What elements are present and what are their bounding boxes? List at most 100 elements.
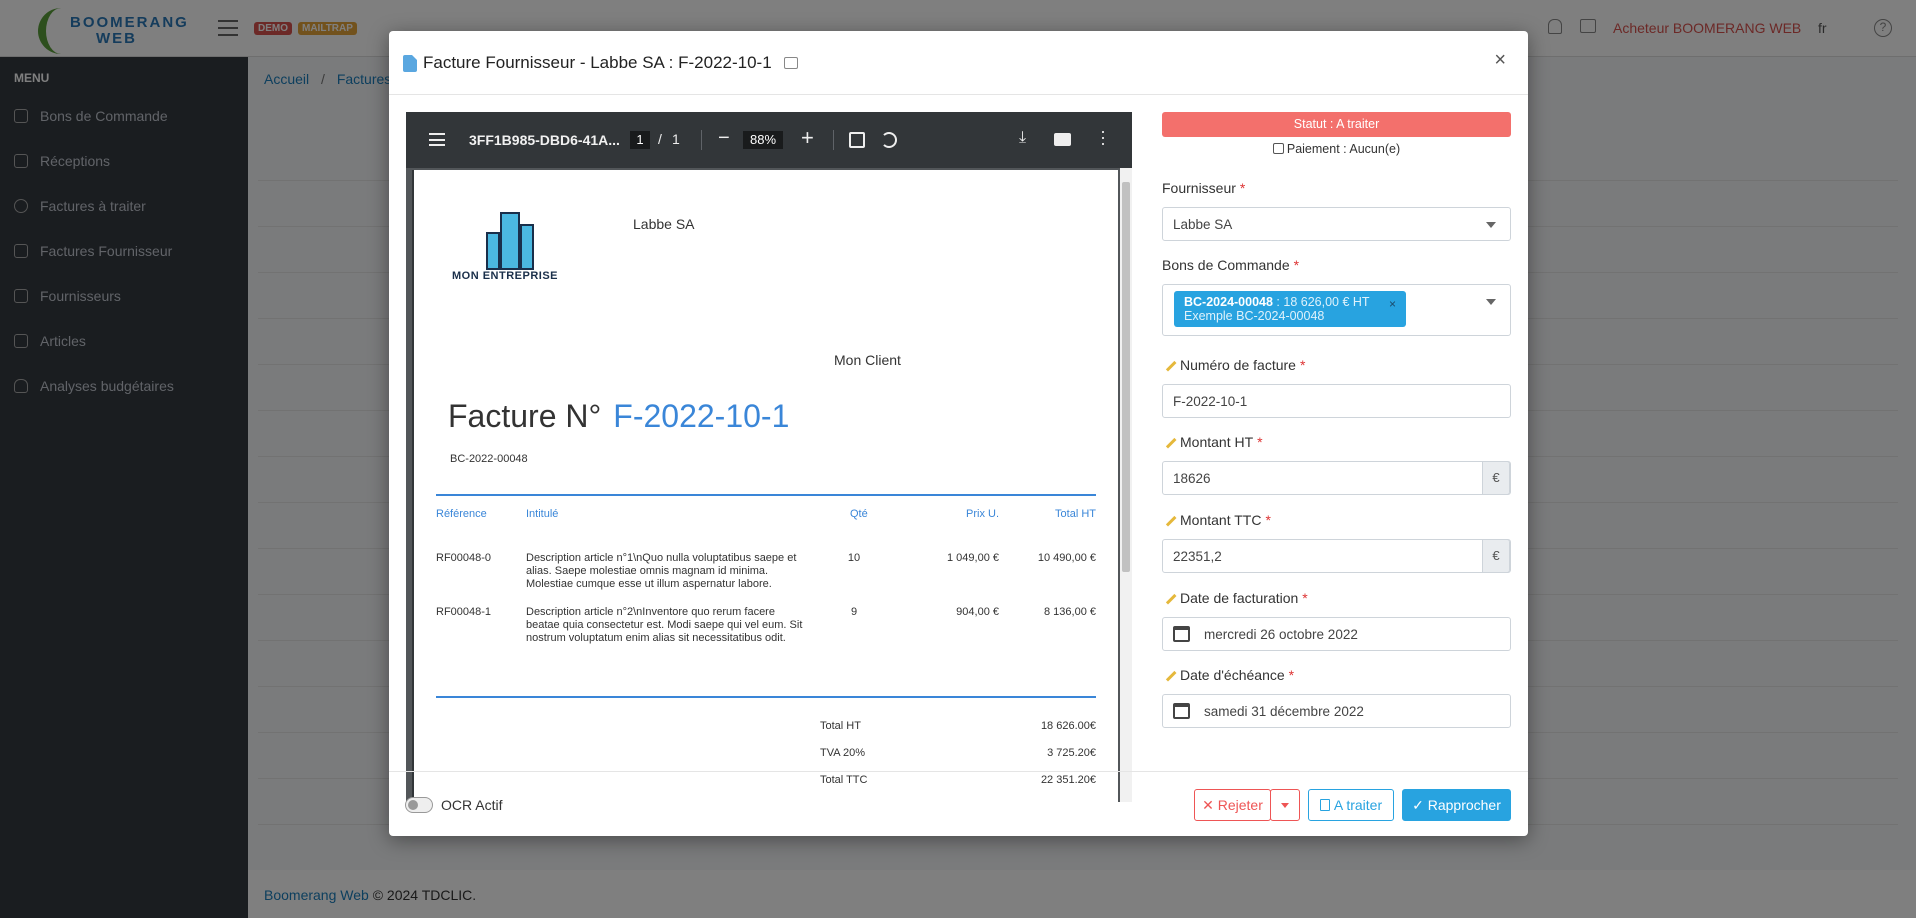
due-date-input[interactable]: samedi 31 décembre 2022 [1162,694,1511,728]
calendar-icon [1173,626,1190,642]
line-ref: RF00048-1 [436,606,492,618]
pencil-icon [1159,354,1177,372]
pencil-icon [1159,431,1177,449]
line-total: 10 490,00 € [1037,552,1096,564]
file-invoice-icon [403,54,417,72]
amount-ttc-label-text: Montant TTC [1180,512,1262,528]
order-tag-amount: : 18 626,00 € HT [1272,295,1370,309]
line-qty: 9 [850,606,858,618]
supplier-label-text: Fournisseur [1162,180,1236,196]
orders-multiselect[interactable]: BC-2024-00048 : 18 626,00 € HT Exemple B… [1162,284,1511,336]
pdf-toolbar: 3FF1B985-DBD6-41A... 1 / 1 − 88% + ⤓ · · · [406,112,1132,168]
amount-ht-input[interactable]: 18626 € [1162,461,1511,495]
invoice-date-input[interactable]: mercredi 26 octobre 2022 [1162,617,1511,651]
scrollbar-thumb[interactable] [1122,182,1130,572]
to-process-button[interactable]: A traiter [1308,789,1394,821]
remove-tag-icon[interactable]: × [1389,297,1396,311]
payment-icon [1272,143,1284,154]
print-icon[interactable] [1054,133,1071,146]
zoom-in-button[interactable]: + [801,125,814,151]
orders-label-text: Bons de Commande [1162,257,1290,273]
logo-text: MON ENTREPRISE [452,270,559,282]
total-value: 18 626.00€ [1040,720,1096,732]
modal-header: Facture Fournisseur - Labbe SA : F-2022-… [389,31,1528,95]
invoice-number-input[interactable]: F-2022-10-1 [1162,384,1511,418]
amount-ht-label: Montant HT * [1159,431,1263,450]
reject-button[interactable]: ✕ Rejeter [1194,789,1271,821]
download-icon[interactable]: ⤓ [1019,129,1026,147]
invoice-number-value: F-2022-10-1 [1173,394,1248,409]
required-marker: * [1302,590,1308,606]
toolbar-divider [701,130,702,150]
order-tag-code: BC-2024-00048 [1184,295,1273,309]
modal-title: Facture Fournisseur - Labbe SA : F-2022-… [403,53,798,73]
doc-order-ref: BC-2022-00048 [450,453,528,465]
pdf-page-input[interactable]: 1 [630,131,650,149]
zoom-level-input[interactable]: 88% [743,131,783,149]
fit-page-icon[interactable] [849,132,865,148]
more-options-icon[interactable]: · · · [1100,122,1106,152]
to-process-label: A traiter [1333,797,1383,813]
pdf-menu-icon[interactable] [429,133,445,146]
supplier-select-value: Labbe SA [1173,217,1233,232]
line-label: Description article n°2\nInventore quo r… [526,606,803,644]
close-button[interactable]: × [1494,49,1506,72]
amount-ht-value: 18626 [1173,471,1211,486]
required-marker: * [1257,434,1263,450]
payment-status-text: Paiement : Aucun(e) [1286,142,1401,156]
line-qty: 10 [847,552,861,564]
required-marker: * [1299,357,1306,373]
invoice-modal: Facture Fournisseur - Labbe SA : F-2022-… [389,31,1528,836]
pdf-viewer: 3FF1B985-DBD6-41A... 1 / 1 − 88% + ⤓ · · ·… [406,112,1132,802]
due-date-label-text: Date d'échéance [1180,667,1285,683]
required-marker: * [1239,180,1246,196]
pdf-scrollbar[interactable] [1120,168,1132,802]
calendar-icon [1173,703,1190,719]
reject-dropdown-button[interactable] [1270,789,1300,821]
line-ref: RF00048-0 [436,552,492,564]
invoice-date-label-text: Date de facturation [1180,590,1299,606]
match-button[interactable]: ✓ Rapprocher [1402,789,1511,821]
supplier-select[interactable]: Labbe SA [1162,207,1511,241]
line-label: Description article n°1\nQuo nulla volup… [526,552,797,590]
total-label: Total HT [820,720,861,732]
supplier-label: Fournisseur * [1162,180,1245,196]
invoice-number-label-text: Numéro de facture [1180,357,1296,373]
company-logo: MON ENTREPRISE [452,206,574,286]
chevron-down-icon [1486,222,1496,228]
order-tag: BC-2024-00048 : 18 626,00 € HT Exemple B… [1174,291,1406,327]
col-header-ref: Référence [436,508,487,520]
divider [436,494,1096,496]
invoice-number-label: Numéro de facture * [1159,354,1306,373]
line-price: 1 049,00 € [947,552,999,564]
zoom-out-button[interactable]: − [718,127,730,150]
invoice-date-label: Date de facturation * [1159,587,1308,606]
doc-title-prefix: Facture N° [448,398,602,434]
pdf-page-total: 1 [672,131,680,147]
due-date-label: Date d'échéance * [1159,664,1295,683]
pdf-page: MON ENTREPRISE Labbe SA Mon Client Factu… [412,170,1118,802]
required-marker: * [1288,667,1295,683]
rotate-icon[interactable] [881,132,897,148]
col-header-label: Intitulé [526,508,559,520]
col-header-price: Prix U. [966,508,999,520]
ocr-toggle[interactable] [405,797,433,813]
amount-ht-label-text: Montant HT [1180,434,1254,450]
status-badge: Statut : A traiter [1162,112,1511,137]
order-tag-desc: Exemple BC-2024-00048 [1184,309,1325,323]
amount-ttc-value: 22351,2 [1173,549,1222,564]
currency-addon: € [1482,539,1510,573]
currency-addon: € [1482,461,1510,495]
pdf-filename: 3FF1B985-DBD6-41A... [469,132,620,148]
ocr-toggle-label: OCR Actif [441,797,503,813]
line-price: 904,00 € [956,606,999,618]
comment-icon[interactable] [783,57,798,69]
doc-invoice-title: Facture N° F-2022-10-1 [448,398,789,435]
modal-footer: OCR Actif ✕ Rejeter A traiter ✓ Rapproch… [389,771,1528,836]
col-header-total: Total HT [1055,508,1096,520]
total-label: TVA 20% [820,747,866,759]
doc-client-name: Mon Client [834,352,901,368]
pencil-icon [1159,587,1177,605]
amount-ttc-input[interactable]: 22351,2 € [1162,539,1511,573]
toolbar-divider [833,130,834,150]
